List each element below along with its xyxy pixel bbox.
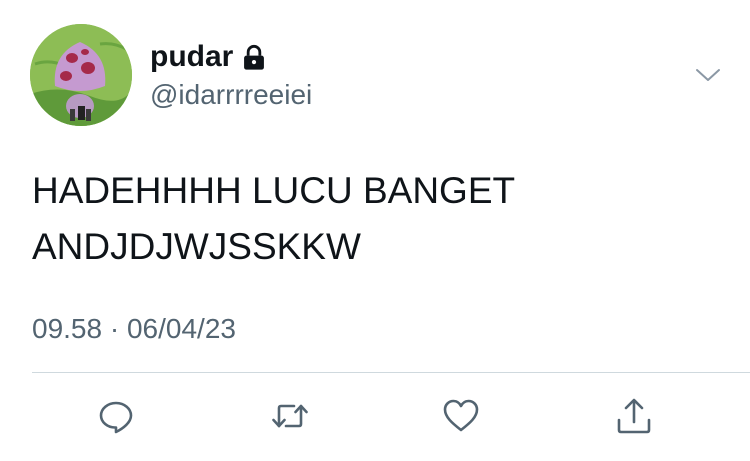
retweet-icon	[272, 404, 308, 428]
timestamp[interactable]: 09.58 · 06/04/23	[32, 312, 236, 346]
tweet-text-line: ANDJDJWJSSKKW	[32, 226, 361, 267]
chevron-down-icon[interactable]	[694, 64, 722, 86]
share-icon	[617, 398, 651, 434]
share-button[interactable]	[614, 396, 654, 436]
tweet-text-line: HADEHHHH LUCU BANGET	[32, 170, 516, 211]
reply-icon	[99, 401, 133, 434]
display-name[interactable]: pudar	[150, 40, 233, 74]
like-button[interactable]	[441, 396, 481, 436]
avatar-image	[30, 24, 132, 126]
timestamp-separator: ·	[109, 313, 120, 344]
avatar[interactable]	[30, 24, 132, 126]
divider	[32, 372, 750, 373]
reply-button[interactable]	[96, 396, 136, 436]
retweet-button[interactable]	[270, 396, 310, 436]
tweet-time: 09.58	[32, 313, 103, 344]
lock-icon	[244, 44, 264, 70]
heart-icon	[443, 399, 479, 432]
tweet: pudar @idarrrreeiei HADEHHHH LUCU BANGET…	[0, 0, 750, 461]
user-handle[interactable]: @idarrrreeiei	[150, 79, 312, 111]
tweet-date: 06/04/23	[126, 313, 236, 344]
tweet-text: HADEHHHH LUCU BANGET ANDJDJWJSSKKW	[32, 163, 722, 275]
